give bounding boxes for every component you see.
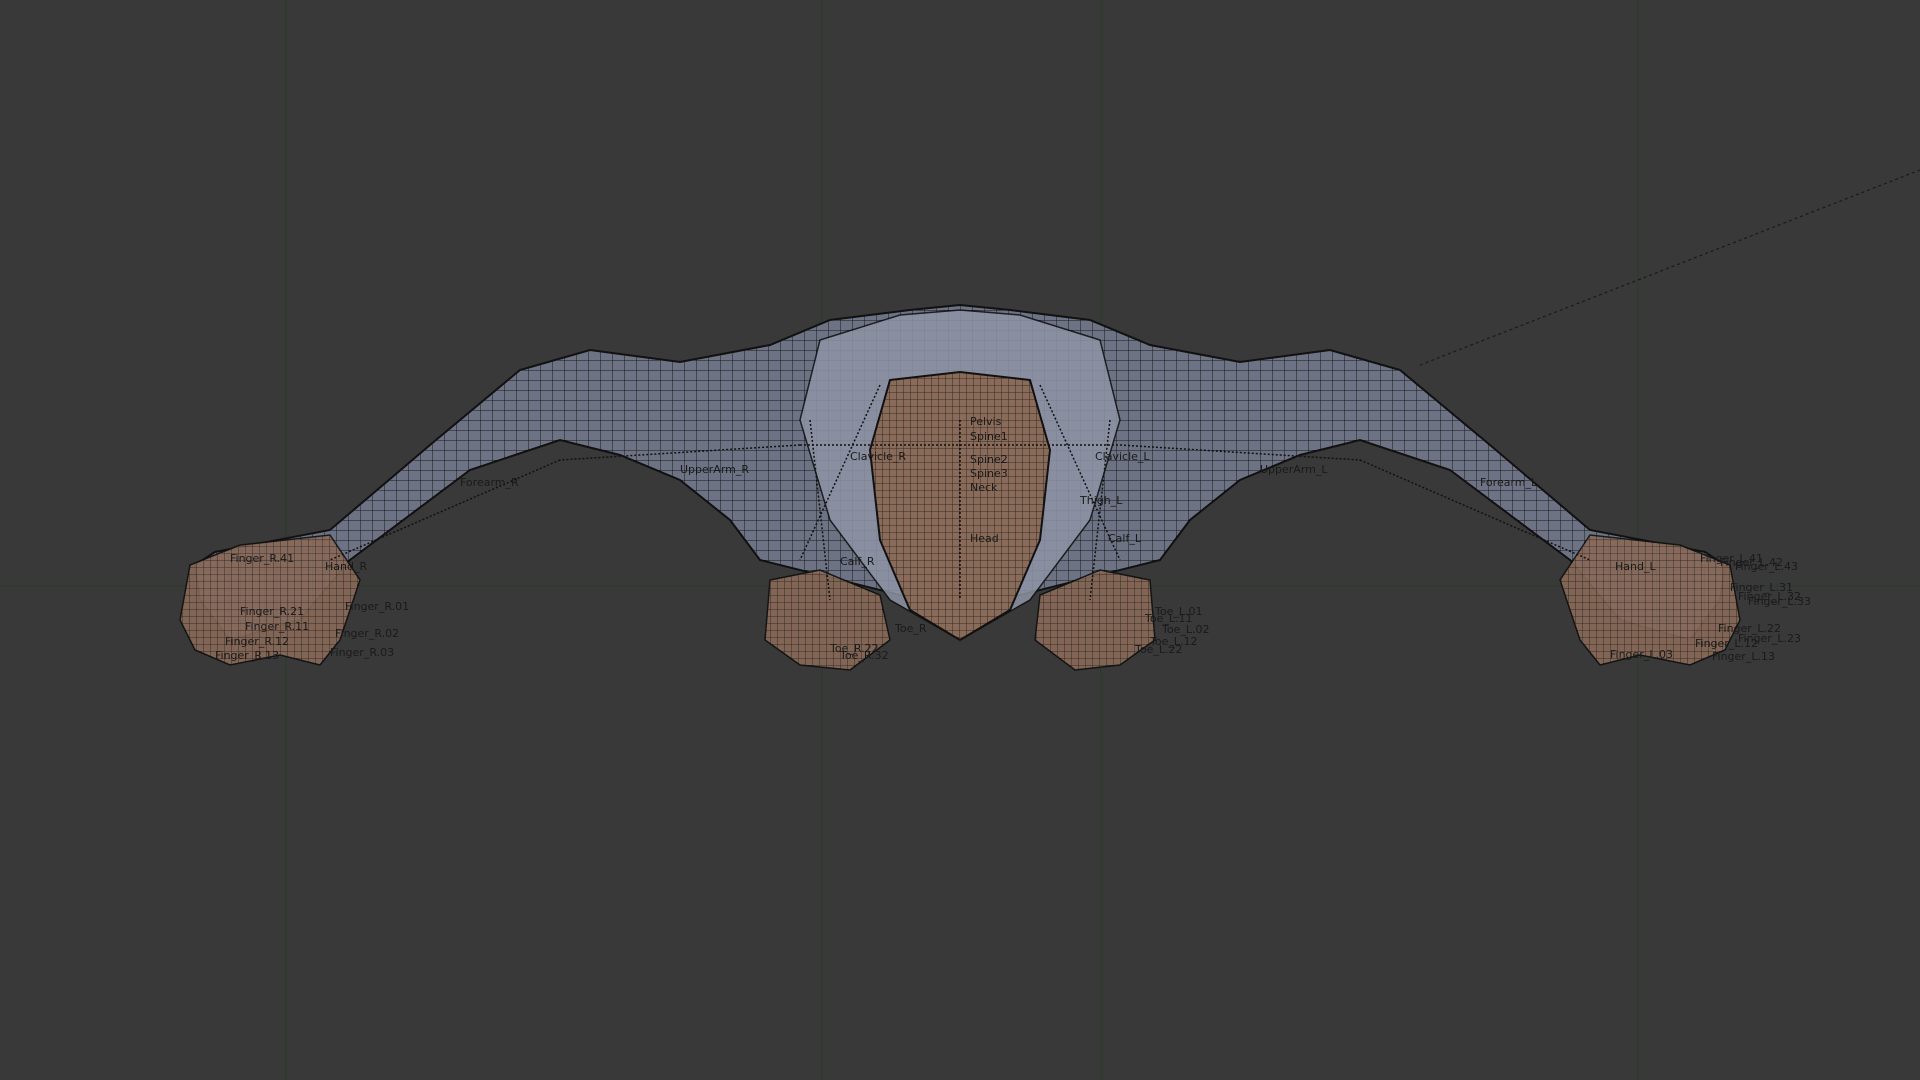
bone-label: UpperArm_L [1260, 463, 1328, 476]
3d-viewport[interactable]: Pelvis Spine1 Spine2 Spine3 Neck Head Cl… [0, 0, 1920, 1080]
bone-label: Thigh_L [1079, 494, 1123, 507]
bone-label: Finger_R.01 [345, 600, 409, 613]
bone-label: Finger_L.13 [1712, 650, 1775, 663]
bone-label: Finger_R.02 [335, 627, 399, 640]
bone-label: Clavicle_R [850, 450, 906, 463]
bone-label: Hand_R [325, 560, 367, 573]
bone-label: Finger_R.21 [240, 605, 304, 618]
bone-label: Spine1 [970, 430, 1008, 443]
bone-label: Hand_L [1615, 560, 1656, 573]
bone-label: Toe_L.11 [1144, 612, 1192, 625]
bone-label: Finger_R.12 [225, 635, 289, 648]
bone-label: Finger_L.03 [1610, 648, 1673, 661]
bone-label: Calf_L [1108, 532, 1142, 545]
bone-label: Toe_R.22 [829, 642, 879, 655]
bone-label: Spine3 [970, 467, 1008, 480]
bone-label: Finger_R.13 [215, 649, 279, 662]
bone-label: Finger_L.43 [1735, 560, 1798, 573]
bone-label: Finger_L.33 [1748, 595, 1811, 608]
camera-guide-line [1419, 169, 1920, 366]
bone-label: Forearm_L [1480, 476, 1538, 489]
bone-label: Finger_R.03 [330, 646, 394, 659]
bone-label: UpperArm_R [680, 463, 749, 476]
bone-label: Finger_L.12 [1695, 637, 1758, 650]
bone-label: Finger_R.41 [230, 552, 294, 565]
bone-label: Head [970, 532, 999, 545]
bone-label: Neck [970, 481, 998, 494]
bone-label: Finger_R.11 [245, 620, 309, 633]
bone-label: Toe_L.22 [1134, 643, 1182, 656]
bone-label: Clavicle_L [1095, 450, 1150, 463]
bone-label: Forearm_R [460, 476, 519, 489]
bone-label: Toe_R [894, 622, 927, 635]
bone-label: Pelvis [970, 415, 1002, 428]
bone-label: Spine2 [970, 453, 1008, 466]
bone-label: Calf_R [840, 555, 875, 568]
